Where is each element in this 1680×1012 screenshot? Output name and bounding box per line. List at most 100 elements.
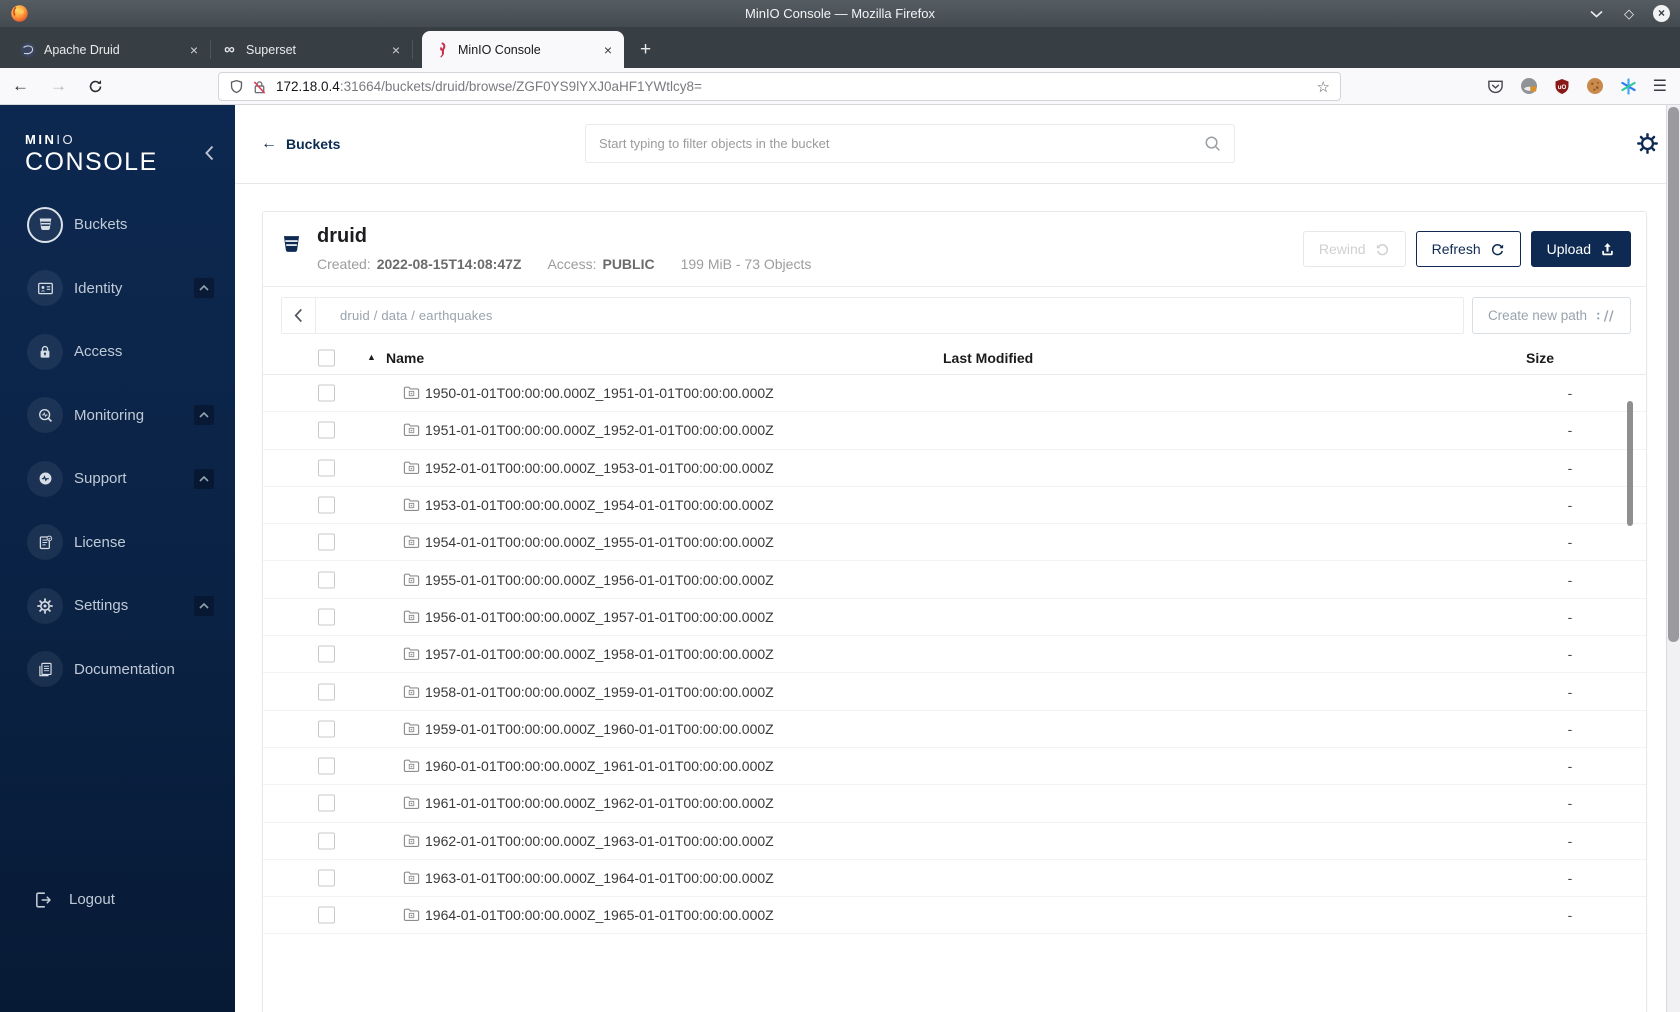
object-row[interactable]: 1951-01-01T00:00:00.000Z_1952-01-01T00:0… [263,412,1646,450]
row-checkbox[interactable] [318,459,335,477]
sidebar-item-buckets[interactable]: Buckets [0,193,235,257]
tab-apache-druid[interactable]: Apache Druid × [8,31,211,68]
row-checkbox[interactable] [318,683,335,701]
shield-icon[interactable] [229,79,244,95]
minimize-button[interactable] [1587,5,1605,23]
tab-close-icon[interactable]: × [389,42,403,58]
row-checkbox[interactable] [318,608,335,626]
tab-close-icon[interactable]: × [601,42,615,58]
cookie-extension-icon[interactable] [1586,77,1604,95]
row-checkbox[interactable] [318,645,335,663]
column-header-last-modified[interactable]: Last Modified [943,350,1033,366]
object-name[interactable]: 1963-01-01T00:00:00.000Z_1964-01-01T00:0… [425,870,774,886]
object-row[interactable]: 1954-01-01T00:00:00.000Z_1955-01-01T00:0… [263,524,1646,562]
object-name[interactable]: 1956-01-01T00:00:00.000Z_1957-01-01T00:0… [425,609,774,625]
row-checkbox[interactable] [318,720,335,738]
row-checkbox[interactable] [318,906,335,924]
object-name[interactable]: 1955-01-01T00:00:00.000Z_1956-01-01T00:0… [425,572,774,588]
path-back-button[interactable] [282,298,316,333]
close-button[interactable]: × [1653,5,1670,22]
object-name[interactable]: 1952-01-01T00:00:00.000Z_1953-01-01T00:0… [425,460,774,476]
object-row[interactable]: 1960-01-01T00:00:00.000Z_1961-01-01T00:0… [263,748,1646,786]
sidebar-item-monitoring[interactable]: Monitoring [0,384,235,448]
row-checkbox[interactable] [318,832,335,850]
refresh-button[interactable]: Refresh [1415,231,1521,267]
bookmark-star-icon[interactable]: ☆ [1317,78,1330,96]
object-name[interactable]: 1951-01-01T00:00:00.000Z_1952-01-01T00:0… [425,422,774,438]
object-row[interactable]: 1958-01-01T00:00:00.000Z_1959-01-01T00:0… [263,673,1646,711]
object-row[interactable]: 1959-01-01T00:00:00.000Z_1960-01-01T00:0… [263,711,1646,748]
nav-back-button[interactable]: ← [12,76,29,96]
object-row[interactable]: 1961-01-01T00:00:00.000Z_1962-01-01T00:0… [263,785,1646,823]
object-name[interactable]: 1954-01-01T00:00:00.000Z_1955-01-01T00:0… [425,534,774,550]
table-scrollbar-thumb[interactable] [1627,401,1633,526]
search-input[interactable] [599,136,1204,151]
sidebar-collapse-icon[interactable] [205,145,214,161]
back-to-buckets-link[interactable]: ← Buckets [261,135,340,153]
object-row[interactable]: 1962-01-01T00:00:00.000Z_1963-01-01T00:0… [263,823,1646,860]
maximize-button[interactable]: ◇ [1620,5,1638,23]
sidebar-item-settings[interactable]: Settings [0,574,235,638]
settings-gear-icon[interactable] [1636,132,1659,155]
page-scrollbar-thumb[interactable] [1668,107,1679,642]
chevron-up-icon[interactable] [194,405,214,426]
sidebar-item-documentation[interactable]: Documentation [0,638,235,702]
page-scrollbar[interactable] [1666,105,1680,1012]
object-name[interactable]: 1958-01-01T00:00:00.000Z_1959-01-01T00:0… [425,684,774,700]
insecure-lock-icon[interactable] [252,79,267,95]
row-checkbox[interactable] [318,496,335,514]
object-row[interactable]: 1952-01-01T00:00:00.000Z_1953-01-01T00:0… [263,450,1646,487]
object-row[interactable]: 1950-01-01T00:00:00.000Z_1951-01-01T00:0… [263,375,1646,413]
object-row[interactable]: 1955-01-01T00:00:00.000Z_1956-01-01T00:0… [263,561,1646,599]
row-checkbox[interactable] [318,384,335,402]
sidebar-item-logout[interactable]: Logout [0,868,235,931]
object-name[interactable]: 1962-01-01T00:00:00.000Z_1963-01-01T00:0… [425,833,774,849]
chevron-up-icon[interactable] [194,278,214,299]
object-row[interactable]: 1953-01-01T00:00:00.000Z_1954-01-01T00:0… [263,487,1646,525]
privacy-extension-icon[interactable] [1520,77,1538,95]
create-new-path-button[interactable]: Create new path [1471,297,1631,334]
new-tab-button[interactable]: + [640,40,651,59]
object-name[interactable]: 1950-01-01T00:00:00.000Z_1951-01-01T00:0… [425,385,774,401]
row-checkbox[interactable] [318,757,335,775]
object-row[interactable]: 1957-01-01T00:00:00.000Z_1958-01-01T00:0… [263,636,1646,674]
object-name[interactable]: 1960-01-01T00:00:00.000Z_1961-01-01T00:0… [425,758,774,774]
sidebar-item-identity[interactable]: Identity [0,257,235,321]
superset-favicon: ∞ [224,40,235,58]
object-name[interactable]: 1953-01-01T00:00:00.000Z_1954-01-01T00:0… [425,497,774,513]
object-row[interactable]: 1963-01-01T00:00:00.000Z_1964-01-01T00:0… [263,860,1646,898]
column-header-size[interactable]: Size [1526,350,1554,366]
object-row[interactable]: 1956-01-01T00:00:00.000Z_1957-01-01T00:0… [263,599,1646,637]
chevron-up-icon[interactable] [194,468,214,489]
sidebar-item-access[interactable]: Access [0,320,235,384]
breadcrumb[interactable]: druid / data / earthquakes [316,308,493,323]
object-name[interactable]: 1961-01-01T00:00:00.000Z_1962-01-01T00:0… [425,795,774,811]
sidebar-item-support[interactable]: Support [0,447,235,511]
filter-search-box[interactable] [585,124,1235,163]
row-checkbox[interactable] [318,571,335,589]
url-bar[interactable]: 172.18.0.4:31664/buckets/druid/browse/ZG… [218,72,1341,101]
row-checkbox[interactable] [318,421,335,439]
upload-button[interactable]: Upload [1530,231,1631,267]
tab-minio-console[interactable]: MinIO Console × [422,31,624,68]
nav-forward-button[interactable]: → [50,76,67,96]
chevron-up-icon[interactable] [194,595,214,616]
ublock-icon[interactable]: uO [1554,78,1570,95]
nav-reload-button[interactable] [88,79,103,94]
sidebar-item-license[interactable]: License [0,511,235,575]
menu-hamburger-icon[interactable]: ☰ [1653,76,1667,96]
rewind-button[interactable]: Rewind [1302,231,1406,267]
pocket-icon[interactable] [1487,78,1504,95]
object-name[interactable]: 1964-01-01T00:00:00.000Z_1965-01-01T00:0… [425,907,774,923]
object-name[interactable]: 1957-01-01T00:00:00.000Z_1958-01-01T00:0… [425,646,774,662]
column-header-name[interactable]: Name [386,350,424,366]
tab-close-icon[interactable]: × [187,42,201,58]
row-checkbox[interactable] [318,794,335,812]
select-all-checkbox[interactable] [318,349,335,367]
tab-superset[interactable]: ∞ Superset × [210,31,413,68]
container-asterisk-icon[interactable] [1620,77,1637,95]
object-name[interactable]: 1959-01-01T00:00:00.000Z_1960-01-01T00:0… [425,721,774,737]
object-row[interactable]: 1964-01-01T00:00:00.000Z_1965-01-01T00:0… [263,897,1646,935]
row-checkbox[interactable] [318,533,335,551]
row-checkbox[interactable] [318,869,335,887]
